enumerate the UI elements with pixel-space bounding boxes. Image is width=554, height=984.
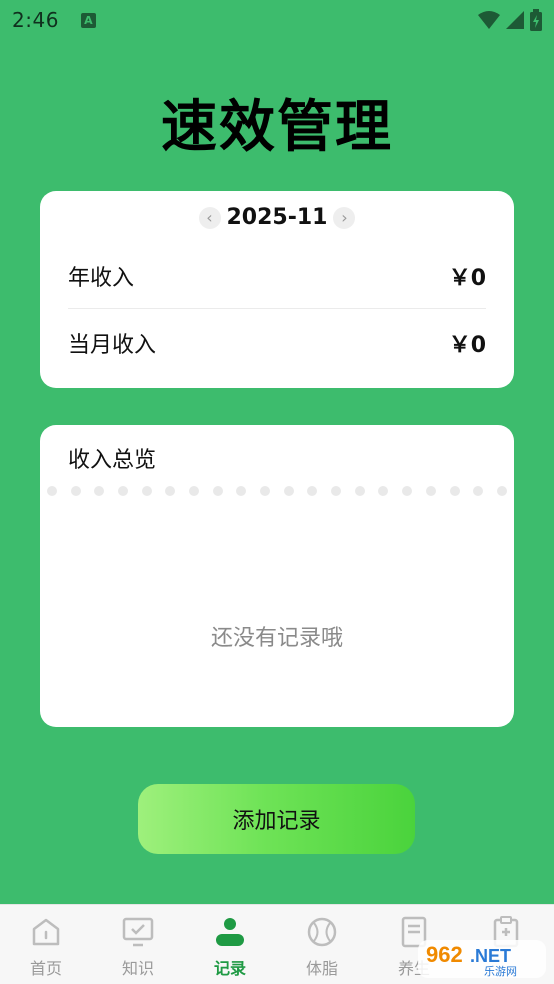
add-record-label: 添加记录 xyxy=(232,809,321,834)
chevron-left-icon[interactable]: ‹ xyxy=(198,206,221,229)
svg-text:乐游网: 乐游网 xyxy=(484,965,517,978)
monthly-income-label: 当月收入 xyxy=(68,333,157,358)
tab-body-fat-label: 体脂 xyxy=(305,959,338,978)
status-time: 2:46 xyxy=(12,8,59,32)
notification-icon: A xyxy=(80,12,96,28)
monthly-income-value: ￥0 xyxy=(448,333,486,358)
tab-knowledge[interactable]: 知识 xyxy=(92,905,184,984)
svg-text:962: 962 xyxy=(426,942,463,967)
page-title: 速效管理 xyxy=(161,95,393,160)
tab-body-fat[interactable]: 体脂 xyxy=(276,905,368,984)
month-label[interactable]: 2025-11 xyxy=(227,205,328,230)
status-indicators xyxy=(478,9,542,31)
tab-knowledge-label: 知识 xyxy=(121,959,154,978)
board-icon xyxy=(122,917,154,947)
tab-home-label: 首页 xyxy=(29,959,62,978)
add-record-button[interactable]: 添加记录 xyxy=(138,784,415,854)
tab-records[interactable]: 记录 xyxy=(184,905,276,984)
battery-icon xyxy=(530,9,542,31)
ball-icon xyxy=(307,917,337,947)
tab-home[interactable]: 首页 xyxy=(0,905,92,984)
tab-records-label: 记录 xyxy=(213,959,246,978)
month-switcher: ‹ 2025-11 › xyxy=(40,205,514,230)
divider xyxy=(68,308,486,309)
overview-title: 收入总览 xyxy=(68,448,157,473)
svg-text:.NET: .NET xyxy=(470,946,511,966)
dotted-separator xyxy=(40,486,514,496)
watermark-logo: 962 .NET 乐游网 xyxy=(418,940,546,978)
signal-icon xyxy=(506,11,524,29)
person-icon xyxy=(216,918,244,946)
wifi-icon xyxy=(478,11,500,29)
annual-income-row: 年收入 ￥0 xyxy=(68,260,486,292)
annual-income-label: 年收入 xyxy=(68,266,135,291)
empty-state-text: 还没有记录哦 xyxy=(210,626,343,651)
status-bar: 2:46 A xyxy=(0,0,554,40)
monthly-income-row: 当月收入 ￥0 xyxy=(68,327,486,359)
chevron-right-icon[interactable]: › xyxy=(333,206,356,229)
home-icon xyxy=(32,918,60,946)
annual-income-value: ￥0 xyxy=(448,266,486,291)
